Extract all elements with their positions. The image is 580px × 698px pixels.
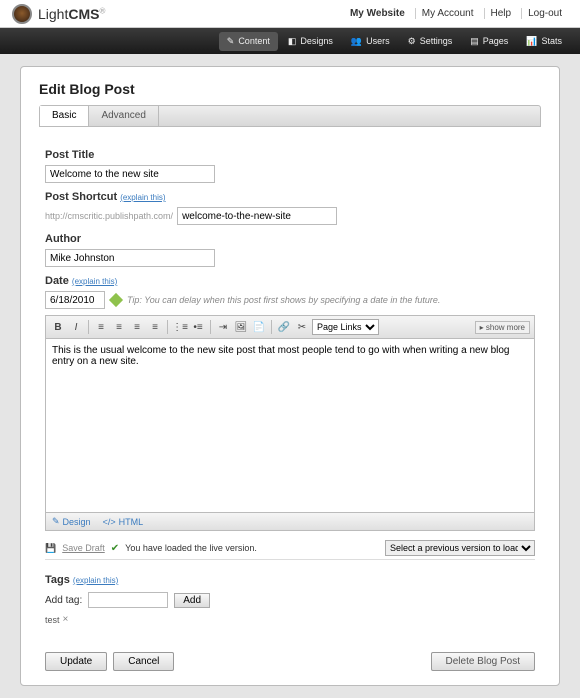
nav-designs[interactable]: ◧Designs	[280, 36, 341, 47]
date-explain-link[interactable]: (explain this)	[72, 277, 117, 286]
ul-button[interactable]: •≡	[190, 319, 206, 335]
italic-button[interactable]: I	[68, 319, 84, 335]
nav-settings[interactable]: ⚙Settings	[400, 36, 461, 47]
shortcut-prefix: http://cmscritic.publishpath.com/	[45, 211, 173, 221]
link-button[interactable]: 🔗	[276, 319, 292, 335]
edit-panel: Edit Blog Post Basic Advanced Post Title…	[20, 66, 560, 686]
page-title: Edit Blog Post	[39, 81, 541, 97]
nav-help[interactable]: Help	[484, 8, 518, 19]
pencil-icon: ✎	[227, 36, 235, 47]
tab-basic[interactable]: Basic	[40, 106, 89, 126]
form-tabs: Basic Advanced	[39, 105, 541, 127]
top-bar: LightCMS® My Website My Account Help Log…	[0, 0, 580, 28]
bold-button[interactable]: B	[50, 319, 66, 335]
image-button[interactable]: 🖼	[233, 319, 249, 335]
main-nav: ✎Content ◧Designs 👥Users ⚙Settings ▤Page…	[0, 28, 580, 54]
design-view-tab[interactable]: ✎Design	[52, 516, 91, 527]
align-right-button[interactable]: ≡	[129, 319, 145, 335]
users-icon: 👥	[351, 36, 362, 47]
add-tag-label: Add tag:	[45, 595, 82, 606]
nav-stats[interactable]: 📊Stats	[518, 36, 570, 47]
shortcut-explain-link[interactable]: (explain this)	[120, 193, 165, 202]
author-input[interactable]	[45, 249, 215, 267]
design-icon: ◧	[288, 36, 297, 47]
indent-button[interactable]: ⇥	[215, 319, 231, 335]
align-left-button[interactable]: ≡	[93, 319, 109, 335]
editor-toolbar: B I ≡ ≡ ≡ ≡ ⋮≡ •≡ ⇥ 🖼 📄 🔗 ✂	[46, 316, 534, 339]
rich-editor: B I ≡ ≡ ≡ ≡ ⋮≡ •≡ ⇥ 🖼 📄 🔗 ✂	[45, 315, 535, 531]
nav-logout[interactable]: Log-out	[521, 8, 568, 19]
nav-users[interactable]: 👥Users	[343, 36, 398, 47]
add-tag-button[interactable]: Add	[174, 593, 210, 608]
post-title-label: Post Title	[45, 149, 535, 161]
logo: LightCMS®	[12, 4, 105, 24]
unlink-button[interactable]: ✂	[294, 319, 310, 335]
version-status: You have loaded the live version.	[125, 543, 257, 553]
editor-textarea[interactable]: This is the usual welcome to the new sit…	[46, 339, 534, 509]
tag-input[interactable]	[88, 592, 168, 608]
shortcut-label: Post Shortcut (explain this)	[45, 191, 535, 203]
date-input[interactable]	[45, 291, 105, 309]
version-row: 💾 Save Draft ✔ You have loaded the live …	[45, 537, 535, 560]
cancel-button[interactable]: Cancel	[113, 652, 174, 671]
html-view-tab[interactable]: </>HTML	[103, 516, 144, 527]
nav-my-website[interactable]: My Website	[344, 8, 411, 19]
date-label: Date (explain this)	[45, 275, 535, 287]
pencil-icon: ✎	[52, 516, 60, 527]
nav-content[interactable]: ✎Content	[219, 32, 278, 51]
ol-button[interactable]: ⋮≡	[172, 319, 188, 335]
stats-icon: 📊	[526, 36, 537, 47]
top-nav: My Website My Account Help Log-out	[344, 8, 568, 19]
file-button[interactable]: 📄	[251, 319, 267, 335]
author-label: Author	[45, 233, 535, 245]
nav-my-account[interactable]: My Account	[415, 8, 480, 19]
check-icon: ✔	[111, 543, 119, 554]
disk-icon: 💾	[45, 543, 56, 554]
tag-chip: test ×	[45, 614, 68, 625]
show-more-button[interactable]: ▸ show more	[475, 321, 530, 334]
logo-icon	[12, 4, 32, 24]
editor-footer: ✎Design </>HTML	[46, 512, 534, 530]
tags-explain-link[interactable]: (explain this)	[73, 576, 118, 585]
logo-text: LightCMS®	[38, 6, 105, 22]
pages-icon: ▤	[470, 36, 479, 47]
align-center-button[interactable]: ≡	[111, 319, 127, 335]
date-tip: Tip: You can delay when this post first …	[127, 295, 440, 305]
nav-pages[interactable]: ▤Pages	[462, 36, 516, 47]
tags-label: Tags (explain this)	[45, 574, 535, 586]
version-select[interactable]: Select a previous version to load...	[385, 540, 535, 556]
update-button[interactable]: Update	[45, 652, 107, 671]
post-title-input[interactable]	[45, 165, 215, 183]
delete-button[interactable]: Delete Blog Post	[431, 652, 536, 671]
page-links-select[interactable]: Page Links	[312, 319, 379, 335]
save-draft-link[interactable]: Save Draft	[62, 543, 105, 553]
shortcut-input[interactable]	[177, 207, 337, 225]
tip-icon	[109, 293, 123, 307]
gear-icon: ⚙	[408, 36, 416, 47]
code-icon: </>	[103, 517, 116, 527]
tab-advanced[interactable]: Advanced	[89, 106, 158, 126]
remove-tag-button[interactable]: ×	[63, 614, 69, 625]
form-actions: Update Cancel Delete Blog Post	[45, 652, 535, 671]
align-justify-button[interactable]: ≡	[147, 319, 163, 335]
